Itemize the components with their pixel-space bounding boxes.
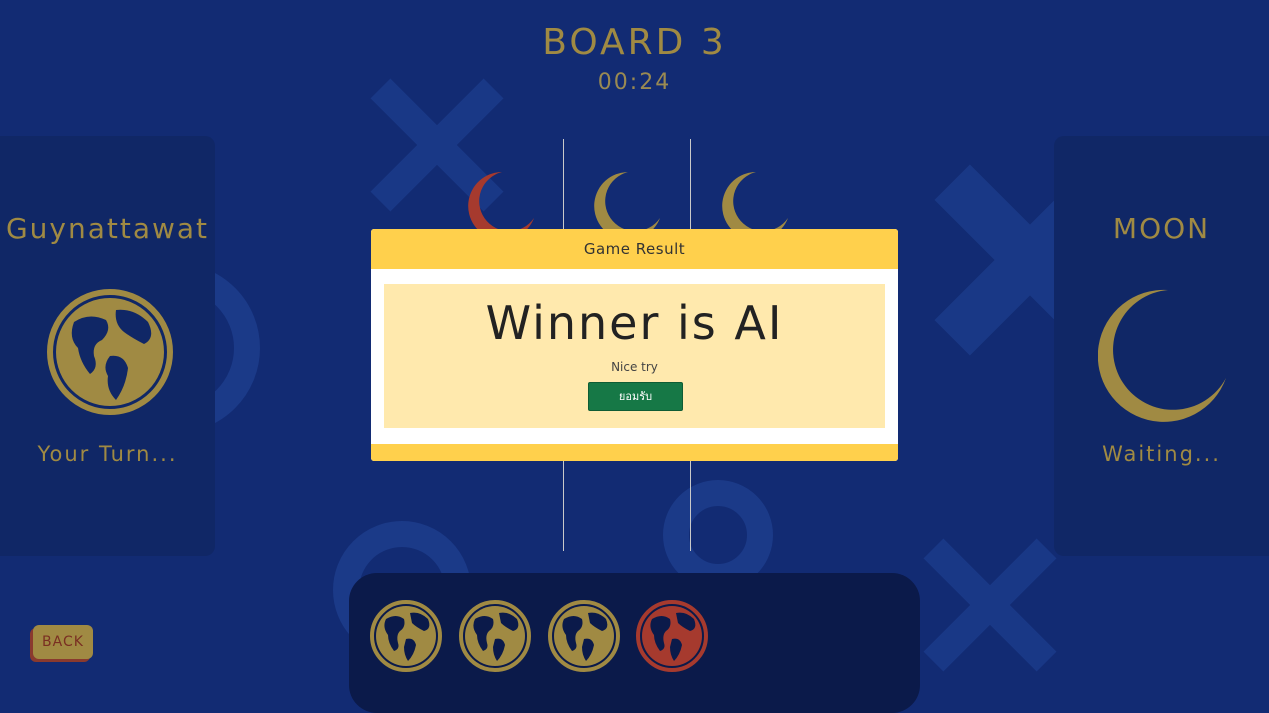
board-cell-moon-gold[interactable] (716, 168, 790, 230)
globe-piece-icon-red[interactable] (636, 597, 708, 675)
globe-piece-icon[interactable] (370, 597, 442, 675)
game-result-modal: Game Result Winner is AI Nice try ยอมรับ (371, 229, 898, 461)
board-cell-moon-gold[interactable] (588, 168, 662, 230)
game-timer: 00:24 (597, 70, 672, 95)
player-status: Your Turn... (37, 442, 178, 466)
globe-piece-icon[interactable] (548, 597, 620, 675)
moon-icon (1098, 289, 1226, 422)
player-name: MOON (1112, 212, 1211, 245)
winner-text: Winner is AI (485, 296, 784, 350)
player-status: Waiting... (1102, 442, 1221, 466)
modal-header: Game Result (371, 229, 898, 269)
piece-tray (349, 573, 920, 713)
accept-button[interactable]: ยอมรับ (588, 382, 683, 411)
board-cell-moon-red[interactable] (462, 168, 536, 230)
board-title: BOARD 3 (542, 22, 727, 63)
result-subtitle: Nice try (611, 360, 658, 374)
modal-body: Winner is AI Nice try ยอมรับ (384, 284, 885, 428)
globe-piece-icon[interactable] (459, 597, 531, 675)
player-card-left: Guynattawat Your Turn... (0, 136, 215, 556)
back-button[interactable]: BACK (33, 625, 93, 659)
modal-footer (371, 444, 898, 461)
player-card-right: MOON Waiting... (1054, 136, 1269, 556)
globe-icon (47, 289, 173, 415)
player-name: Guynattawat (5, 212, 210, 245)
